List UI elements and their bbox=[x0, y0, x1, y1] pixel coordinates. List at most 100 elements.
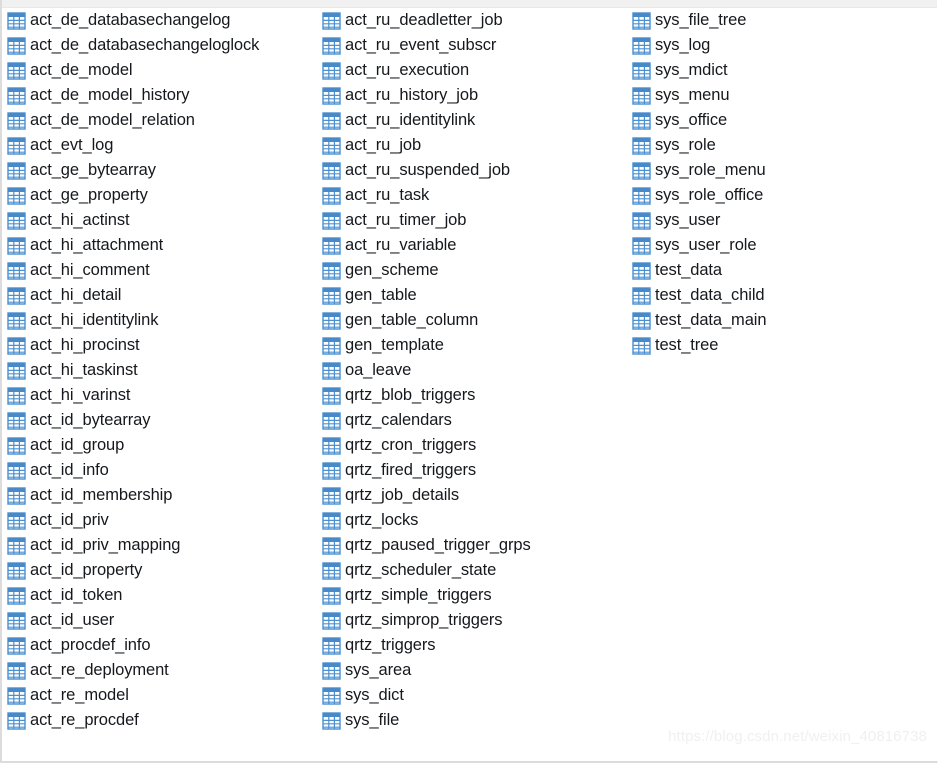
table-name-label: sys_role bbox=[655, 136, 716, 154]
table-list-item[interactable]: sys_user_role bbox=[632, 233, 937, 258]
table-list-item[interactable]: act_procdef_info bbox=[7, 633, 312, 658]
table-list-item[interactable]: act_hi_detail bbox=[7, 283, 312, 308]
table-list-item[interactable]: sys_menu bbox=[632, 83, 937, 108]
database-table-icon bbox=[7, 236, 26, 255]
table-name-label: qrtz_triggers bbox=[345, 636, 436, 654]
table-list-item[interactable]: act_evt_log bbox=[7, 133, 312, 158]
table-list-item[interactable]: act_ge_bytearray bbox=[7, 158, 312, 183]
table-list-item[interactable]: sys_dict bbox=[322, 683, 622, 708]
table-list-item[interactable]: act_id_info bbox=[7, 458, 312, 483]
table-list-item[interactable]: act_ru_task bbox=[322, 183, 622, 208]
table-list-item[interactable]: sys_area bbox=[322, 658, 622, 683]
table-list-item[interactable]: act_ru_variable bbox=[322, 233, 622, 258]
table-list-item[interactable]: act_re_procdef bbox=[7, 708, 312, 733]
database-table-icon bbox=[7, 486, 26, 505]
table-list-item[interactable]: act_hi_procinst bbox=[7, 333, 312, 358]
table-list-item[interactable]: qrtz_paused_trigger_grps bbox=[322, 533, 622, 558]
table-list-item[interactable]: sys_office bbox=[632, 108, 937, 133]
table-list-item[interactable]: act_id_membership bbox=[7, 483, 312, 508]
table-column-1: act_de_databasechangelog act_de_databasec… bbox=[2, 8, 312, 733]
table-name-label: act_evt_log bbox=[30, 136, 114, 154]
database-table-icon bbox=[632, 11, 651, 30]
database-table-icon bbox=[7, 436, 26, 455]
table-list-item[interactable]: sys_user bbox=[632, 208, 937, 233]
table-column-3: sys_file_tree sys_log sys_mdict sys_menu sys… bbox=[622, 8, 937, 358]
table-list-item[interactable]: test_data_child bbox=[632, 283, 937, 308]
table-list-item[interactable]: sys_role bbox=[632, 133, 937, 158]
table-list-item[interactable]: sys_mdict bbox=[632, 58, 937, 83]
table-list-item[interactable]: act_ru_job bbox=[322, 133, 622, 158]
table-list-item[interactable]: sys_log bbox=[632, 33, 937, 58]
database-table-icon bbox=[632, 211, 651, 230]
table-name-label: test_tree bbox=[655, 336, 719, 354]
table-list-item[interactable]: act_ru_history_job bbox=[322, 83, 622, 108]
table-list-item[interactable]: act_de_model_history bbox=[7, 83, 312, 108]
table-name-label: gen_table_column bbox=[345, 311, 479, 329]
table-list-item[interactable]: act_id_group bbox=[7, 433, 312, 458]
table-name-label: act_ru_deadletter_job bbox=[345, 11, 503, 29]
table-list-item[interactable]: act_de_databasechangelog bbox=[7, 8, 312, 33]
database-table-icon bbox=[322, 461, 341, 480]
table-name-label: qrtz_paused_trigger_grps bbox=[345, 536, 531, 554]
database-table-icon bbox=[7, 511, 26, 530]
table-list-item[interactable]: act_de_model_relation bbox=[7, 108, 312, 133]
table-list-item[interactable]: gen_table_column bbox=[322, 308, 622, 333]
table-list-item[interactable]: act_ru_deadletter_job bbox=[322, 8, 622, 33]
table-name-label: sys_file_tree bbox=[655, 11, 747, 29]
database-table-icon bbox=[322, 411, 341, 430]
top-strip bbox=[2, 0, 937, 8]
table-list-item[interactable]: qrtz_job_details bbox=[322, 483, 622, 508]
table-list-item[interactable]: act_ru_suspended_job bbox=[322, 158, 622, 183]
table-list-item[interactable]: gen_scheme bbox=[322, 258, 622, 283]
table-list-item[interactable]: act_re_model bbox=[7, 683, 312, 708]
table-list-item[interactable]: act_hi_varinst bbox=[7, 383, 312, 408]
table-list-item[interactable]: act_hi_actinst bbox=[7, 208, 312, 233]
table-list-item[interactable]: sys_role_menu bbox=[632, 158, 937, 183]
table-list-item[interactable]: act_hi_taskinst bbox=[7, 358, 312, 383]
table-list-item[interactable]: test_data bbox=[632, 258, 937, 283]
table-name-label: qrtz_locks bbox=[345, 511, 419, 529]
table-name-label: act_id_property bbox=[30, 561, 143, 579]
table-list-item[interactable]: act_ru_event_subscr bbox=[322, 33, 622, 58]
table-list-item[interactable]: qrtz_cron_triggers bbox=[322, 433, 622, 458]
table-list-item[interactable]: qrtz_simple_triggers bbox=[322, 583, 622, 608]
table-list-item[interactable]: act_ru_identitylink bbox=[322, 108, 622, 133]
table-list-item[interactable]: act_hi_comment bbox=[7, 258, 312, 283]
table-list-item[interactable]: qrtz_calendars bbox=[322, 408, 622, 433]
table-name-label: act_re_model bbox=[30, 686, 129, 704]
table-list-item[interactable]: act_id_token bbox=[7, 583, 312, 608]
table-list-item[interactable]: act_id_user bbox=[7, 608, 312, 633]
table-list-item[interactable]: act_id_priv bbox=[7, 508, 312, 533]
table-list-item[interactable]: qrtz_fired_triggers bbox=[322, 458, 622, 483]
table-list-item[interactable]: qrtz_triggers bbox=[322, 633, 622, 658]
table-list-item[interactable]: act_re_deployment bbox=[7, 658, 312, 683]
table-list-item[interactable]: gen_template bbox=[322, 333, 622, 358]
table-list-item[interactable]: oa_leave bbox=[322, 358, 622, 383]
table-list-item[interactable]: test_data_main bbox=[632, 308, 937, 333]
table-name-label: act_id_membership bbox=[30, 486, 173, 504]
table-list-item[interactable]: act_de_databasechangeloglock bbox=[7, 33, 312, 58]
table-list-item[interactable]: test_tree bbox=[632, 333, 937, 358]
table-list-item[interactable]: act_ge_property bbox=[7, 183, 312, 208]
table-list-item[interactable]: act_ru_timer_job bbox=[322, 208, 622, 233]
table-list-item[interactable]: act_id_priv_mapping bbox=[7, 533, 312, 558]
database-table-icon bbox=[322, 636, 341, 655]
table-list-item[interactable]: sys_role_office bbox=[632, 183, 937, 208]
table-list-item[interactable]: qrtz_scheduler_state bbox=[322, 558, 622, 583]
table-name-label: act_ru_task bbox=[345, 186, 430, 204]
table-list-item[interactable]: act_hi_attachment bbox=[7, 233, 312, 258]
database-table-icon bbox=[322, 336, 341, 355]
table-list-item[interactable]: sys_file bbox=[322, 708, 622, 733]
table-name-label: act_ru_suspended_job bbox=[345, 161, 510, 179]
table-list-item[interactable]: gen_table bbox=[322, 283, 622, 308]
table-list-item[interactable]: qrtz_simprop_triggers bbox=[322, 608, 622, 633]
table-list-item[interactable]: act_ru_execution bbox=[322, 58, 622, 83]
database-table-icon bbox=[7, 11, 26, 30]
table-list-item[interactable]: qrtz_blob_triggers bbox=[322, 383, 622, 408]
table-list-item[interactable]: act_hi_identitylink bbox=[7, 308, 312, 333]
table-list-item[interactable]: act_id_bytearray bbox=[7, 408, 312, 433]
table-list-item[interactable]: act_de_model bbox=[7, 58, 312, 83]
table-list-item[interactable]: sys_file_tree bbox=[632, 8, 937, 33]
table-list-item[interactable]: qrtz_locks bbox=[322, 508, 622, 533]
table-list-item[interactable]: act_id_property bbox=[7, 558, 312, 583]
